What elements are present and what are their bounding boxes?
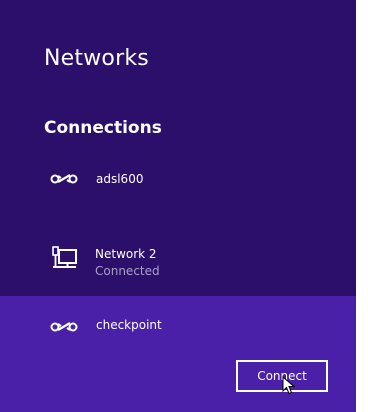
mouse-pointer-icon (282, 375, 296, 400)
wifi-link-icon (50, 170, 78, 190)
panel-title: Networks (44, 46, 149, 71)
network-name: Network 2 (95, 247, 157, 261)
wired-network-icon (52, 246, 78, 274)
connections-heading: Connections (44, 118, 162, 138)
network-status: Connected (95, 264, 160, 278)
network-name: checkpoint (96, 318, 162, 332)
network-name: adsl600 (96, 172, 144, 186)
networks-panel: Networks Connections adsl600 Network 2 C… (0, 0, 356, 412)
network-item-checkpoint[interactable]: checkpoint (0, 296, 356, 412)
wifi-link-icon (50, 318, 78, 338)
